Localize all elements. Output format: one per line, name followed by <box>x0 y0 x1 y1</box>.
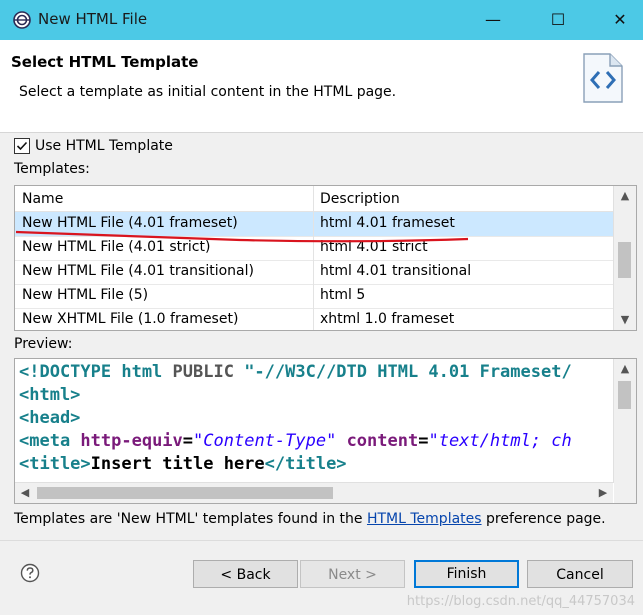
code-line-2: <html> <box>19 385 81 405</box>
templates-label: Templates: <box>14 161 90 177</box>
table-row[interactable]: New HTML File (4.01 transitional) html 4… <box>15 260 613 285</box>
back-button[interactable]: < Back <box>193 560 298 588</box>
note-text: preference page. <box>481 511 606 527</box>
next-button[interactable]: Next > <box>300 560 405 588</box>
table-vertical-scrollbar[interactable]: ▲ ▼ <box>613 186 636 330</box>
scroll-left-icon[interactable]: ◀ <box>15 483 35 503</box>
row-name: New HTML File (4.01 frameset) <box>22 215 238 231</box>
row-name: New HTML File (4.01 transitional) <box>22 263 254 279</box>
scroll-down-icon[interactable]: ▼ <box>614 310 636 330</box>
minimize-button[interactable]: — <box>473 6 513 34</box>
scroll-up-icon[interactable]: ▲ <box>614 359 636 379</box>
row-description: html 5 <box>320 287 366 303</box>
code-line-1: <!DOCTYPE html PUBLIC "-//W3C//DTD HTML … <box>19 362 572 382</box>
scrollbar-corner <box>614 483 636 503</box>
footer-divider <box>0 540 643 541</box>
preview-label: Preview: <box>14 336 73 352</box>
eclipse-app-icon <box>13 11 31 29</box>
table-row[interactable]: New HTML File (5) html 5 <box>15 284 613 309</box>
watermark: https://blog.csdn.net/qq_44757034 <box>406 594 635 609</box>
code-line-4: <meta http-equiv="Content-Type" content=… <box>19 431 572 451</box>
scroll-thumb[interactable] <box>618 381 631 409</box>
page-subtitle: Select a template as initial content in … <box>19 84 397 100</box>
scroll-right-icon[interactable]: ▶ <box>593 483 613 503</box>
code-line-5: <title>Insert title here</title> <box>19 454 347 474</box>
scroll-thumb[interactable] <box>37 487 333 499</box>
preview-vertical-scrollbar[interactable]: ▲ <box>613 359 636 483</box>
maximize-button[interactable]: ☐ <box>538 6 578 34</box>
cancel-button[interactable]: Cancel <box>527 560 633 588</box>
close-button[interactable]: ✕ <box>600 6 640 34</box>
use-template-row[interactable]: Use HTML Template <box>14 136 173 156</box>
row-description: html 4.01 transitional <box>320 263 472 279</box>
templates-table: Name Description New HTML File (4.01 fra… <box>14 185 637 331</box>
preview-horizontal-scrollbar[interactable]: ◀ ▶ <box>15 482 613 503</box>
window-title: New HTML File <box>38 10 148 28</box>
preview-pane[interactable]: <!DOCTYPE html PUBLIC "-//W3C//DTD HTML … <box>14 358 637 504</box>
column-header-name[interactable]: Name <box>22 191 63 207</box>
row-description: html 4.01 strict <box>320 239 428 255</box>
use-template-checkbox[interactable] <box>14 138 30 154</box>
templates-note: Templates are 'New HTML' templates found… <box>14 511 606 527</box>
scroll-up-icon[interactable]: ▲ <box>614 186 636 206</box>
row-name: New HTML File (4.01 strict) <box>22 239 211 255</box>
title-bar: New HTML File — ☐ ✕ <box>0 0 643 40</box>
table-row[interactable]: New HTML File (4.01 frameset) html 4.01 … <box>15 212 613 237</box>
preview-code: <!DOCTYPE html PUBLIC "-//W3C//DTD HTML … <box>19 361 572 476</box>
help-icon[interactable] <box>20 563 40 583</box>
scroll-thumb[interactable] <box>618 242 631 278</box>
finish-button[interactable]: Finish <box>414 560 519 588</box>
html-file-icon <box>583 53 623 103</box>
row-description: html 4.01 frameset <box>320 215 455 231</box>
checkmark-icon <box>16 141 28 151</box>
column-separator <box>313 186 314 330</box>
html-templates-link[interactable]: HTML Templates <box>367 511 482 527</box>
code-line-3: <head> <box>19 408 81 428</box>
note-text: Templates are 'New HTML' templates found… <box>14 511 367 527</box>
table-row[interactable]: New XHTML File (1.0 frameset) xhtml 1.0 … <box>15 308 613 330</box>
use-template-label: Use HTML Template <box>35 138 173 154</box>
row-name: New XHTML File (1.0 frameset) <box>22 311 239 327</box>
row-name: New HTML File (5) <box>22 287 149 303</box>
column-header-description[interactable]: Description <box>320 191 400 207</box>
wizard-header: Select HTML Template Select a template a… <box>0 40 643 133</box>
page-title: Select HTML Template <box>11 53 199 71</box>
table-header: Name Description <box>15 186 613 212</box>
row-description: xhtml 1.0 frameset <box>320 311 455 327</box>
table-row[interactable]: New HTML File (4.01 strict) html 4.01 st… <box>15 236 613 261</box>
